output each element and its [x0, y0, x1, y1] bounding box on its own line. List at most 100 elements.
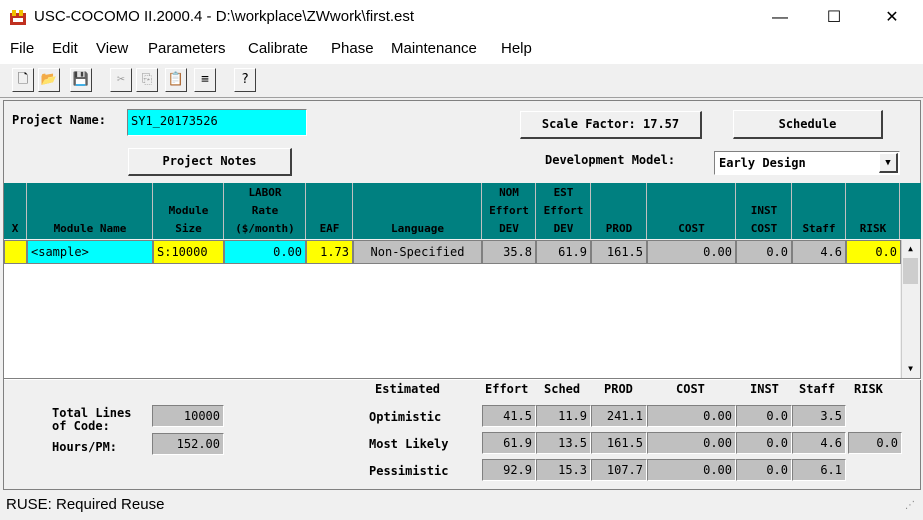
resize-grip-icon[interactable]: ⋰ [905, 500, 915, 511]
optimistic-inst: 0.0 [736, 405, 792, 427]
total-loc-value: 10000 [152, 405, 224, 427]
menu-calibrate[interactable]: Calibrate [248, 40, 308, 57]
most-likely-label: Most Likely [369, 437, 449, 451]
optimistic-sched: 11.9 [536, 405, 591, 427]
most-likely-prod: 161.5 [591, 432, 647, 454]
new-file-icon[interactable]: 🗋 [12, 68, 34, 92]
scroll-down-icon[interactable]: ▼ [902, 360, 919, 377]
language-cell[interactable]: Non-Specified [353, 240, 482, 264]
est-effort-cell: 61.9 [536, 240, 591, 264]
menu-file[interactable]: File [10, 40, 34, 57]
pessimistic-prod: 107.7 [591, 459, 647, 481]
most-likely-inst: 0.0 [736, 432, 792, 454]
maximize-button[interactable]: ☐ [811, 0, 857, 36]
close-button[interactable]: ✕ [869, 0, 915, 36]
summary-header-sched: Sched [544, 382, 581, 396]
staff-cell: 4.6 [792, 240, 846, 264]
risk-cell[interactable]: 0.0 [846, 240, 901, 264]
most-likely-cost: 0.00 [647, 432, 736, 454]
inst-cost-cell: 0.0 [736, 240, 792, 264]
row-x-cell[interactable] [4, 240, 27, 264]
toolbar: 🗋 📂 💾 ✂ ⎘ 📋 ≡ ? [0, 64, 923, 98]
window-title: USC-COCOMO II.2000.4 - D:\workplace\ZWwo… [34, 8, 415, 25]
optimistic-staff: 3.5 [792, 405, 846, 427]
summary-header-staff: Staff [799, 382, 836, 396]
minimize-button[interactable]: — [757, 0, 803, 36]
col-labor-rate: LABOR Rate ($/month) [225, 183, 306, 239]
most-likely-staff: 4.6 [792, 432, 846, 454]
hours-pm-value[interactable]: 152.00 [152, 433, 224, 455]
help-icon[interactable]: ? [234, 68, 256, 92]
menu-help[interactable]: Help [501, 40, 532, 57]
col-module-name: Module Name [28, 183, 153, 239]
module-table-header: X Module Name Module Size LABOR Rate ($/mon… [4, 183, 921, 239]
col-staff: Staff [793, 183, 846, 239]
scroll-thumb[interactable] [903, 258, 918, 284]
copy-icon[interactable]: ⎘ [136, 68, 158, 92]
title-bar: USC-COCOMO II.2000.4 - D:\workplace\ZWwo… [0, 0, 923, 36]
col-nom-effort: NOM Effort DEV [483, 183, 536, 239]
calculator-icon[interactable]: ≡ [194, 68, 216, 92]
menu-parameters[interactable]: Parameters [148, 40, 226, 57]
scale-factor-button[interactable]: Scale Factor: 17.57 [520, 111, 702, 139]
col-module-size: Module Size [154, 183, 224, 239]
optimistic-cost: 0.00 [647, 405, 736, 427]
menu-maintenance[interactable]: Maintenance [391, 40, 477, 57]
module-size-cell[interactable]: S:10000 [153, 240, 224, 264]
most-likely-risk: 0.0 [848, 432, 902, 454]
save-icon[interactable]: 💾 [70, 68, 92, 92]
prod-cell: 161.5 [591, 240, 647, 264]
scroll-up-icon[interactable]: ▲ [902, 240, 919, 257]
development-model-value: Early Design [719, 156, 806, 170]
table-scrollbar[interactable]: ▲ ▼ [901, 240, 919, 378]
col-prod: PROD [592, 183, 647, 239]
pessimistic-inst: 0.0 [736, 459, 792, 481]
pessimistic-staff: 6.1 [792, 459, 846, 481]
most-likely-sched: 13.5 [536, 432, 591, 454]
pessimistic-label: Pessimistic [369, 464, 449, 478]
open-folder-icon[interactable]: 📂 [38, 68, 60, 92]
status-text: RUSE: Required Reuse [6, 496, 165, 513]
col-risk: RISK [847, 183, 900, 239]
cut-icon[interactable]: ✂ [110, 68, 132, 92]
col-est-effort: EST Effort DEV [537, 183, 591, 239]
most-likely-effort: 61.9 [482, 432, 536, 454]
app-icon [9, 9, 27, 27]
status-bar: RUSE: Required Reuse ⋰ [0, 492, 923, 520]
nom-effort-cell: 35.8 [482, 240, 536, 264]
project-name-field[interactable]: SY1_20173526 [127, 109, 307, 136]
menu-view[interactable]: View [96, 40, 128, 57]
chevron-down-icon[interactable]: ▼ [879, 153, 898, 173]
divider [4, 378, 921, 380]
project-name-label: Project Name: [12, 113, 106, 127]
summary-header-estimated: Estimated [375, 382, 441, 396]
development-model-select[interactable]: Early Design ▼ [714, 151, 900, 175]
total-loc-label: Total Lines of Code: [52, 406, 132, 433]
summary-header-effort: Effort [485, 382, 529, 396]
col-x: X [4, 183, 27, 239]
menu-phase[interactable]: Phase [331, 40, 374, 57]
menu-edit[interactable]: Edit [52, 40, 78, 57]
optimistic-effort: 41.5 [482, 405, 536, 427]
eaf-cell[interactable]: 1.73 [306, 240, 353, 264]
optimistic-label: Optimistic [369, 410, 442, 424]
hours-pm-label: Hours/PM: [52, 440, 118, 454]
pessimistic-sched: 15.3 [536, 459, 591, 481]
pessimistic-effort: 92.9 [482, 459, 536, 481]
pessimistic-cost: 0.00 [647, 459, 736, 481]
labor-rate-cell[interactable]: 0.00 [224, 240, 306, 264]
development-model-label: Development Model: [545, 153, 676, 167]
col-cost: COST [648, 183, 736, 239]
schedule-button[interactable]: Schedule [733, 110, 883, 139]
module-name-cell[interactable]: <sample> [27, 240, 153, 264]
summary-header-prod: PROD [604, 382, 633, 396]
cost-cell: 0.00 [647, 240, 736, 264]
optimistic-prod: 241.1 [591, 405, 647, 427]
paste-icon[interactable]: 📋 [165, 68, 187, 92]
project-notes-button[interactable]: Project Notes [128, 148, 292, 176]
col-eaf: EAF [307, 183, 353, 239]
col-language: Language [354, 183, 482, 239]
summary-header-cost: COST [676, 382, 705, 396]
summary-header-inst: INST [750, 382, 779, 396]
summary-header-risk: RISK [854, 382, 883, 396]
